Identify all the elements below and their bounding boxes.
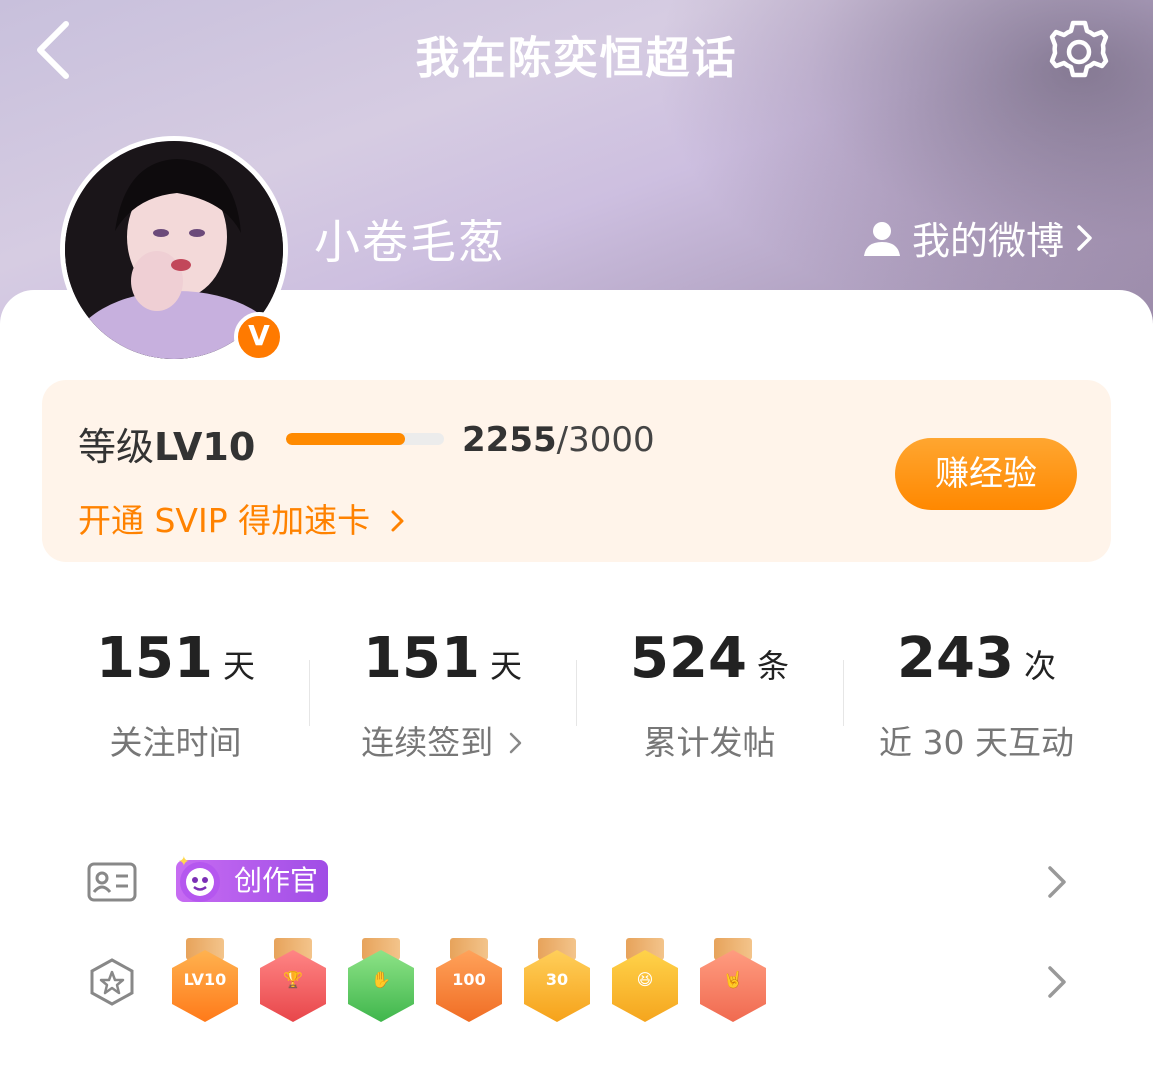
creator-mascot-icon: ✦ — [178, 854, 220, 902]
level-score-current: 2255 — [462, 420, 557, 460]
medal-glyph: ✋ — [371, 970, 391, 989]
id-card-icon — [87, 862, 137, 902]
my-weibo-link[interactable]: 我的微博 — [862, 210, 1096, 265]
level-progress-fill — [286, 433, 405, 445]
top-nav-bar: 我在陈奕恒超话 — [0, 0, 1153, 100]
svg-text:✦: ✦ — [178, 854, 190, 870]
stat-value: 243 — [897, 626, 1014, 691]
svip-link-label: 开通 SVIP 得加速卡 — [78, 501, 371, 540]
hand-medal-icon[interactable]: ✋ — [348, 938, 414, 1024]
level-label: 等级LV10 — [78, 416, 255, 471]
level-panel: 等级LV10 2255/3000 开通 SVIP 得加速卡 赚经验 — [42, 380, 1111, 562]
verified-badge-icon: V — [234, 312, 284, 362]
stat-label: 关注时间 — [109, 723, 242, 762]
chevron-right-icon — [1077, 224, 1092, 251]
chevron-right-icon[interactable] — [1042, 962, 1072, 1002]
creator-tag-label: 创作官 — [234, 864, 319, 897]
level-value: LV10 — [154, 425, 256, 469]
stat-unit: 条 — [756, 647, 789, 685]
medal-star-icon — [90, 958, 134, 1006]
lv10-medal-icon[interactable]: LV10 — [172, 938, 238, 1024]
stat-total-posts: 524 条 累计发帖 — [576, 588, 843, 784]
100-days-medal-icon[interactable]: 100 — [436, 938, 502, 1024]
chevron-right-icon — [509, 732, 521, 754]
medal-glyph: LV10 — [183, 970, 227, 989]
my-weibo-label: 我的微博 — [912, 219, 1065, 263]
stat-unit: 次 — [1023, 647, 1056, 685]
settings-button[interactable] — [1044, 17, 1114, 87]
chevron-right-icon — [391, 510, 404, 532]
gear-icon — [1049, 20, 1109, 78]
stat-value: 151 — [363, 626, 480, 691]
page-title: 我在陈奕恒超话 — [415, 33, 738, 84]
person-icon — [864, 221, 900, 256]
chevron-right-icon[interactable] — [1042, 862, 1072, 902]
stat-checkin-streak[interactable]: 151 天 连续签到 — [309, 588, 576, 784]
medal-glyph: 🤘 — [723, 970, 743, 989]
badges-panel: ✦ 创作官 LV10 🏆 ✋ 100 30 😆 🤘 — [42, 812, 1111, 1058]
stat-label: 累计发帖 — [643, 723, 776, 762]
medal-glyph: 🏆 — [283, 970, 303, 989]
creator-officer-tag[interactable]: ✦ 创作官 — [176, 854, 329, 902]
medal-glyph: 😆 — [636, 970, 654, 989]
earn-exp-button[interactable]: 赚经验 — [895, 438, 1077, 510]
cheer-medal-icon[interactable]: 😆 — [612, 938, 678, 1024]
medal-glyph: 30 — [545, 970, 569, 989]
stat-unit: 天 — [489, 647, 522, 685]
trophy-medal-icon[interactable]: 🏆 — [260, 938, 326, 1024]
medal-glyph: 100 — [452, 970, 486, 989]
stat-value: 524 — [630, 626, 747, 691]
30-days-medal-icon[interactable]: 30 — [524, 938, 590, 1024]
rock-hand-medal-icon[interactable]: 🤘 — [700, 938, 766, 1024]
stat-value: 151 — [96, 626, 213, 691]
stat-follow-days: 151 天 关注时间 — [42, 588, 309, 784]
username: 小卷毛葱 — [314, 215, 506, 269]
level-score-max: /3000 — [556, 420, 655, 460]
level-prefix: 等级 — [78, 425, 155, 469]
svip-boost-link[interactable]: 开通 SVIP 得加速卡 — [78, 494, 407, 542]
stat-label: 连续签到 — [309, 716, 576, 764]
level-progress-bar — [286, 433, 444, 445]
stat-30day-interactions: 243 次 近 30 天互动 — [843, 588, 1110, 784]
stat-label-text: 连续签到 — [361, 723, 494, 762]
stat-label: 近 30 天互动 — [879, 723, 1074, 762]
stat-unit: 天 — [222, 647, 255, 685]
medal-list: LV10 🏆 ✋ 100 30 😆 🤘 — [172, 938, 766, 1024]
level-score: 2255/3000 — [462, 420, 655, 460]
stats-panel: 151 天 关注时间 151 天 连续签到 524 条 累计发帖 243 次 近 30 … — [42, 588, 1111, 784]
